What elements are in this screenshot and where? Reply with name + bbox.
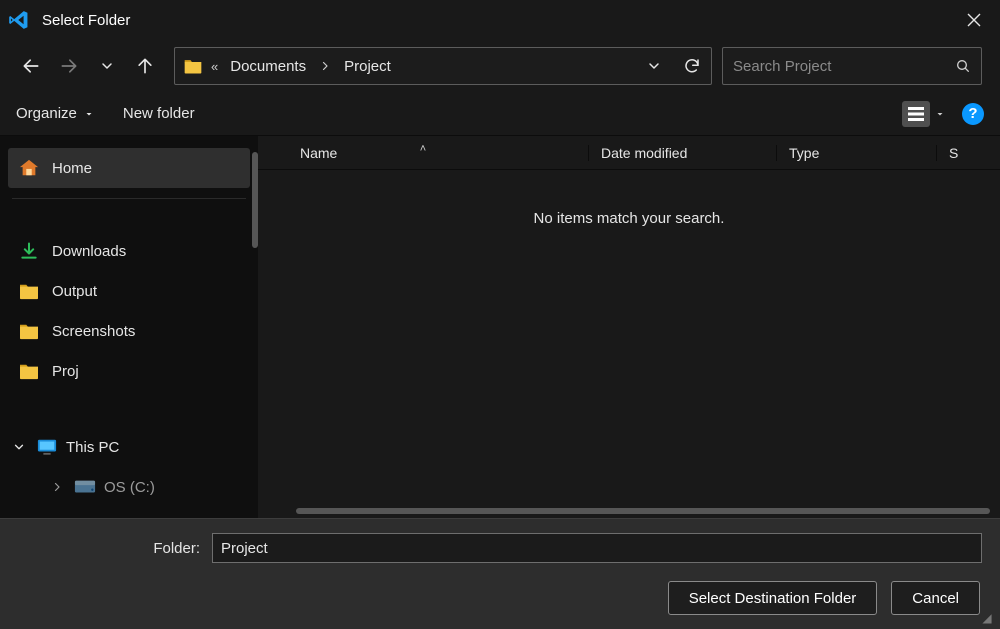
column-header-type[interactable]: Type xyxy=(776,145,936,161)
file-list-area: Name ˄ Date modified Type S No items mat… xyxy=(258,136,1000,518)
chevron-down-icon xyxy=(934,108,946,120)
forward-button[interactable] xyxy=(56,53,82,79)
download-icon xyxy=(18,240,40,262)
sidebar-item-label: Output xyxy=(52,283,97,300)
title-bar: Select Folder xyxy=(0,0,1000,40)
view-button[interactable] xyxy=(902,101,930,127)
drive-icon xyxy=(74,476,96,498)
command-bar: Organize New folder xyxy=(0,92,1000,136)
column-header-name[interactable]: Name ˄ xyxy=(258,145,588,161)
history-dropdown-button[interactable] xyxy=(94,53,120,79)
address-row: « Documents Project xyxy=(0,40,1000,92)
folder-icon xyxy=(18,360,40,382)
horizontal-scrollbar[interactable] xyxy=(296,508,990,514)
folder-name-input[interactable] xyxy=(212,533,982,563)
dialog-body: Home Downloads Output Screens xyxy=(0,136,1000,518)
sidebar-item-home[interactable]: Home xyxy=(8,148,250,188)
organize-button[interactable]: Organize xyxy=(16,105,95,122)
view-dropdown-button[interactable] xyxy=(934,108,946,120)
folder-label: Folder: xyxy=(18,540,200,557)
chevron-right-icon xyxy=(318,60,332,72)
folder-icon xyxy=(183,56,203,76)
new-folder-button[interactable]: New folder xyxy=(123,105,195,122)
window-title: Select Folder xyxy=(42,12,130,29)
back-button[interactable] xyxy=(18,53,44,79)
sidebar-item-label: OS (C:) xyxy=(104,479,155,496)
close-button[interactable] xyxy=(956,2,992,38)
sidebar-item-label: This PC xyxy=(66,439,119,456)
sidebar-item-downloads[interactable]: Downloads xyxy=(0,231,258,271)
arrow-left-icon xyxy=(21,56,41,76)
chevron-down-icon xyxy=(99,58,115,74)
chevron-right-icon[interactable] xyxy=(48,481,66,493)
sidebar-item-label: Screenshots xyxy=(52,323,135,340)
monitor-icon xyxy=(36,436,58,458)
vscode-icon xyxy=(8,9,30,31)
column-header-date-modified[interactable]: Date modified xyxy=(588,145,776,161)
refresh-button[interactable] xyxy=(681,55,703,77)
help-button[interactable]: ? xyxy=(962,103,984,125)
folder-name-row: Folder: xyxy=(18,533,982,563)
sort-ascending-icon: ˄ xyxy=(420,143,426,155)
sidebar-separator xyxy=(12,198,246,199)
sidebar-item-label: Proj xyxy=(52,363,79,380)
column-header-size[interactable]: S xyxy=(936,145,970,161)
sidebar-item-proj[interactable]: Proj xyxy=(0,351,258,391)
breadcrumb[interactable]: Documents xyxy=(226,58,310,75)
refresh-icon xyxy=(683,57,701,75)
address-bar[interactable]: « Documents Project xyxy=(174,47,712,85)
sidebar-item-label: Home xyxy=(52,160,92,177)
sidebar: Home Downloads Output Screens xyxy=(0,136,258,518)
nav-buttons xyxy=(18,53,164,79)
file-list-body[interactable]: No items match your search. xyxy=(258,170,1000,518)
home-icon xyxy=(18,157,40,179)
chevron-down-icon xyxy=(646,58,662,74)
address-dropdown-button[interactable] xyxy=(643,55,665,77)
chevron-down-icon[interactable] xyxy=(10,440,28,454)
sidebar-item-label: Downloads xyxy=(52,243,126,260)
breadcrumb[interactable]: Project xyxy=(340,58,395,75)
organize-label: Organize xyxy=(16,105,77,122)
empty-message: No items match your search. xyxy=(258,170,1000,227)
search-box[interactable] xyxy=(722,47,982,85)
resize-grip-icon[interactable]: ◢ xyxy=(980,611,994,625)
sidebar-item-this-pc[interactable]: This PC xyxy=(0,427,258,467)
up-button[interactable] xyxy=(132,53,158,79)
chevron-down-icon xyxy=(83,108,95,120)
column-headers: Name ˄ Date modified Type S xyxy=(258,136,1000,170)
folder-icon xyxy=(18,280,40,302)
close-icon xyxy=(967,13,981,27)
search-input[interactable] xyxy=(733,58,945,75)
arrow-up-icon xyxy=(135,56,155,76)
dialog-footer: Folder: Select Destination Folder Cancel… xyxy=(0,518,1000,629)
title-bar-left: Select Folder xyxy=(8,9,130,31)
select-folder-button[interactable]: Select Destination Folder xyxy=(668,581,878,615)
arrow-right-icon xyxy=(59,56,79,76)
cancel-button[interactable]: Cancel xyxy=(891,581,980,615)
select-folder-dialog: Select Folder xyxy=(0,0,1000,629)
dialog-buttons: Select Destination Folder Cancel ◢ xyxy=(18,581,982,615)
sidebar-item-screenshots[interactable]: Screenshots xyxy=(0,311,258,351)
new-folder-label: New folder xyxy=(123,105,195,122)
breadcrumb-overflow-icon[interactable]: « xyxy=(211,59,218,74)
help-icon: ? xyxy=(968,105,977,122)
sidebar-item-output[interactable]: Output xyxy=(0,271,258,311)
search-icon xyxy=(955,58,971,74)
sidebar-item-os-c[interactable]: OS (C:) xyxy=(0,467,258,507)
folder-icon xyxy=(18,320,40,342)
list-view-icon xyxy=(907,106,925,122)
